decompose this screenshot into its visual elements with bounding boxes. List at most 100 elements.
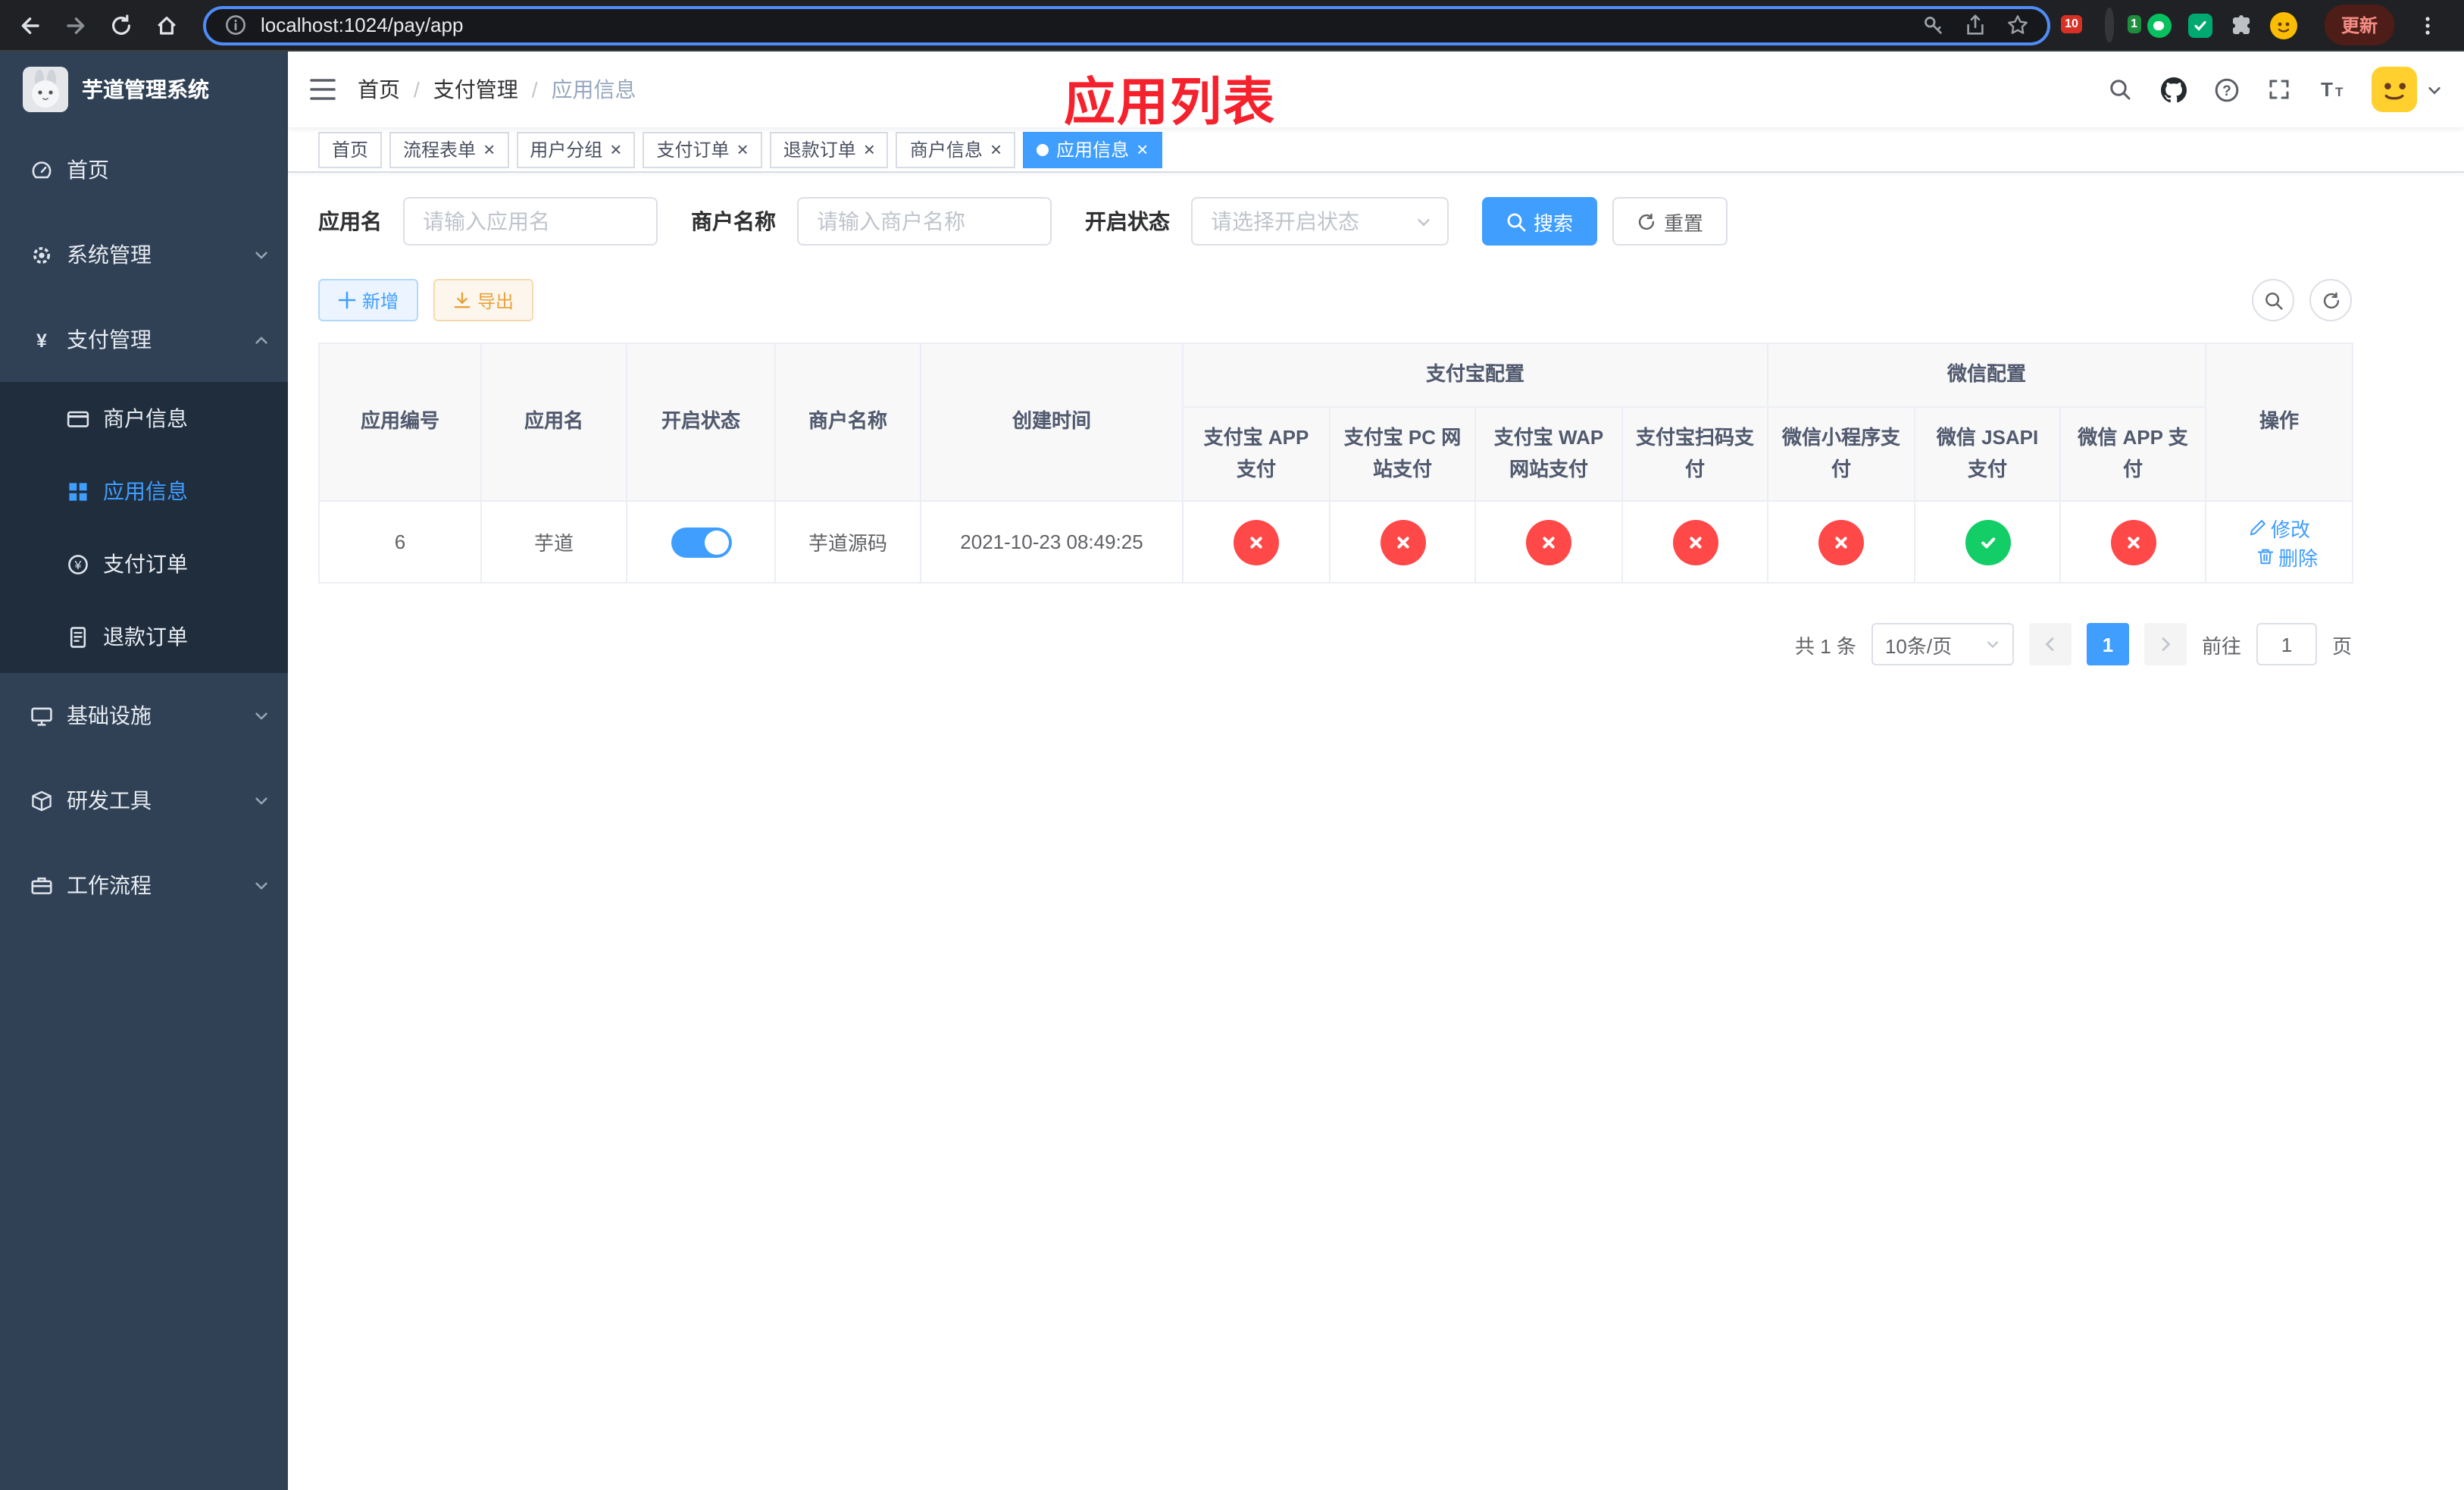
arrow-left-icon	[2041, 635, 2059, 653]
tab-item[interactable]: 用户分组 ×	[516, 131, 636, 167]
search-icon[interactable]	[2106, 76, 2134, 103]
tab-item[interactable]: 支付订单 ×	[643, 131, 762, 167]
browser-refresh-button[interactable]	[100, 4, 142, 46]
address-bar[interactable]: localhost:1024/pay/app	[203, 5, 2050, 45]
prev-page-button[interactable]	[2028, 623, 2072, 665]
toggle-search-button[interactable]	[2252, 279, 2294, 321]
extensions-puzzle-icon[interactable]	[2229, 13, 2253, 37]
share-icon[interactable]	[1964, 14, 1987, 36]
main-area: 首页 / 支付管理 / 应用信息 ? T T 应用列表 首页 流程表单 × 用户…	[288, 52, 2464, 1490]
app-table: 应用编号 应用名 开启状态 商户名称 创建时间 支付宝配置 微信配置 操作 支付…	[318, 343, 2354, 584]
sidebar-subitem-document[interactable]: 退款订单	[0, 600, 288, 673]
fullscreen-icon[interactable]	[2265, 76, 2293, 103]
col-header-wechat-app: 微信 APP 支付	[2059, 406, 2207, 502]
sidebar-subitem-credit-card[interactable]: 商户信息	[0, 382, 288, 455]
col-group-alipay: 支付宝配置	[1181, 343, 1769, 408]
config-status-cell	[1329, 500, 1476, 584]
search-button[interactable]: 搜索	[1482, 197, 1598, 246]
reset-button[interactable]: 重置	[1612, 197, 1728, 246]
browser-profile-avatar[interactable]	[2269, 11, 2297, 39]
svg-text:?: ?	[2222, 83, 2231, 99]
export-button[interactable]: 导出	[433, 279, 534, 321]
config-status-cell	[2059, 500, 2207, 584]
tab-item[interactable]: 商户信息 ×	[896, 131, 1016, 167]
page-size-select[interactable]: 10条/页	[1871, 623, 2014, 665]
sidebar-toggle-button[interactable]	[288, 52, 358, 127]
sidebar-item-label: 工作流程	[67, 873, 152, 897]
sidebar-subitem-grid[interactable]: 应用信息	[0, 455, 288, 527]
svg-text:T: T	[2320, 78, 2332, 101]
status-select[interactable]: 请选择开启状态	[1191, 197, 1449, 246]
sidebar-submenu: 商户信息应用信息 ¥ 支付订单 退款订单	[0, 382, 288, 673]
delete-link[interactable]: 删除	[2256, 542, 2318, 571]
app-name-label: 应用名	[318, 209, 382, 233]
tab-item[interactable]: 流程表单 ×	[389, 131, 509, 167]
browser-back-button[interactable]	[9, 4, 52, 46]
tab-close-icon[interactable]: ×	[990, 139, 1002, 159]
sidebar-item-yen[interactable]: ¥ 支付管理	[0, 297, 288, 382]
jump-page-input[interactable]	[2256, 623, 2317, 665]
avatar	[2372, 67, 2417, 112]
sidebar-subitem-label: 支付订单	[103, 552, 188, 576]
status-label: 开启状态	[1085, 209, 1170, 233]
tab-close-icon[interactable]: ×	[610, 139, 621, 159]
page-content: 应用名 商户名称 开启状态 请选择开启状态	[288, 173, 2464, 1490]
breadcrumb-separator: /	[531, 77, 538, 102]
cell-created-at: 2021-10-23 08:49:25	[920, 500, 1184, 584]
merchant-name-input[interactable]	[797, 197, 1052, 246]
tab-close-icon[interactable]: ×	[483, 139, 495, 159]
col-header-app-name: 应用名	[480, 343, 627, 502]
refresh-table-button[interactable]	[2309, 279, 2352, 321]
tab-close-icon[interactable]: ×	[1137, 139, 1148, 159]
edit-link[interactable]: 修改	[2248, 513, 2310, 542]
svg-text:¥: ¥	[36, 330, 47, 351]
app-logo-row[interactable]: 芋道管理系统	[0, 52, 288, 127]
breadcrumb-home[interactable]: 首页	[358, 74, 400, 105]
help-icon[interactable]: ?	[2212, 76, 2240, 103]
sidebar-item-gear[interactable]: 系统管理	[0, 212, 288, 297]
bookmark-star-icon[interactable]	[2006, 14, 2029, 36]
sidebar-item-box[interactable]: 研发工具	[0, 758, 288, 843]
col-header-alipay-pc: 支付宝 PC 网站支付	[1329, 406, 1476, 502]
sidebar-subitem-coin[interactable]: ¥ 支付订单	[0, 527, 288, 600]
disabled-cross-icon	[1234, 519, 1279, 565]
font-size-icon[interactable]: TT	[2319, 76, 2346, 103]
refresh-icon	[1637, 211, 1656, 231]
sidebar-item-workflow[interactable]: 工作流程	[0, 843, 288, 928]
github-icon[interactable]	[2159, 76, 2187, 103]
extension-green-square-icon[interactable]	[2187, 13, 2212, 37]
next-page-button[interactable]	[2143, 623, 2187, 665]
current-page-button[interactable]: 1	[2086, 623, 2129, 665]
cell-app-name: 芋道	[480, 500, 627, 584]
tab-item-active[interactable]: 应用信息 ×	[1023, 131, 1162, 167]
add-button[interactable]: 新增	[318, 279, 419, 321]
browser-update-button[interactable]: 更新	[2324, 5, 2394, 45]
browser-home-button[interactable]	[145, 4, 188, 46]
app-logo	[23, 67, 68, 112]
sidebar-subitem-label: 商户信息	[103, 406, 188, 430]
tab-item[interactable]: 首页	[318, 131, 383, 167]
filter-bar: 应用名 商户名称 开启状态 请选择开启状态	[318, 197, 2352, 246]
chevron-down-icon	[253, 707, 270, 724]
browser-menu-button[interactable]	[2406, 4, 2449, 46]
tab-close-icon[interactable]: ×	[864, 139, 875, 159]
tab-item[interactable]: 退款订单 ×	[769, 131, 889, 167]
site-info-icon[interactable]	[224, 14, 247, 36]
table-row: 6 芋道 芋道源码 2021-10-23 08:49:25 修改 删除	[318, 500, 2354, 584]
tab-label: 流程表单	[403, 139, 477, 161]
status-toggle[interactable]	[671, 527, 731, 557]
sidebar-item-dashboard[interactable]: 首页	[0, 127, 288, 212]
extension-wechat-icon[interactable]	[2147, 13, 2172, 37]
col-header-alipay-app: 支付宝 APP 支付	[1182, 406, 1330, 502]
sidebar-item-monitor[interactable]: 基础设施	[0, 673, 288, 758]
browser-forward-button[interactable]	[55, 4, 97, 46]
user-menu[interactable]	[2372, 67, 2443, 112]
cell-merchant: 芋道源码	[774, 500, 921, 584]
tab-close-icon[interactable]: ×	[737, 139, 749, 159]
breadcrumb-current: 应用信息	[551, 77, 636, 102]
extension-dark-circle-icon[interactable]	[2104, 7, 2114, 42]
col-header-app-id: 应用编号	[318, 343, 482, 502]
password-key-icon[interactable]	[1921, 14, 1944, 36]
app-name-input[interactable]	[403, 197, 658, 246]
breadcrumb-pay-management[interactable]: 支付管理	[433, 74, 518, 105]
